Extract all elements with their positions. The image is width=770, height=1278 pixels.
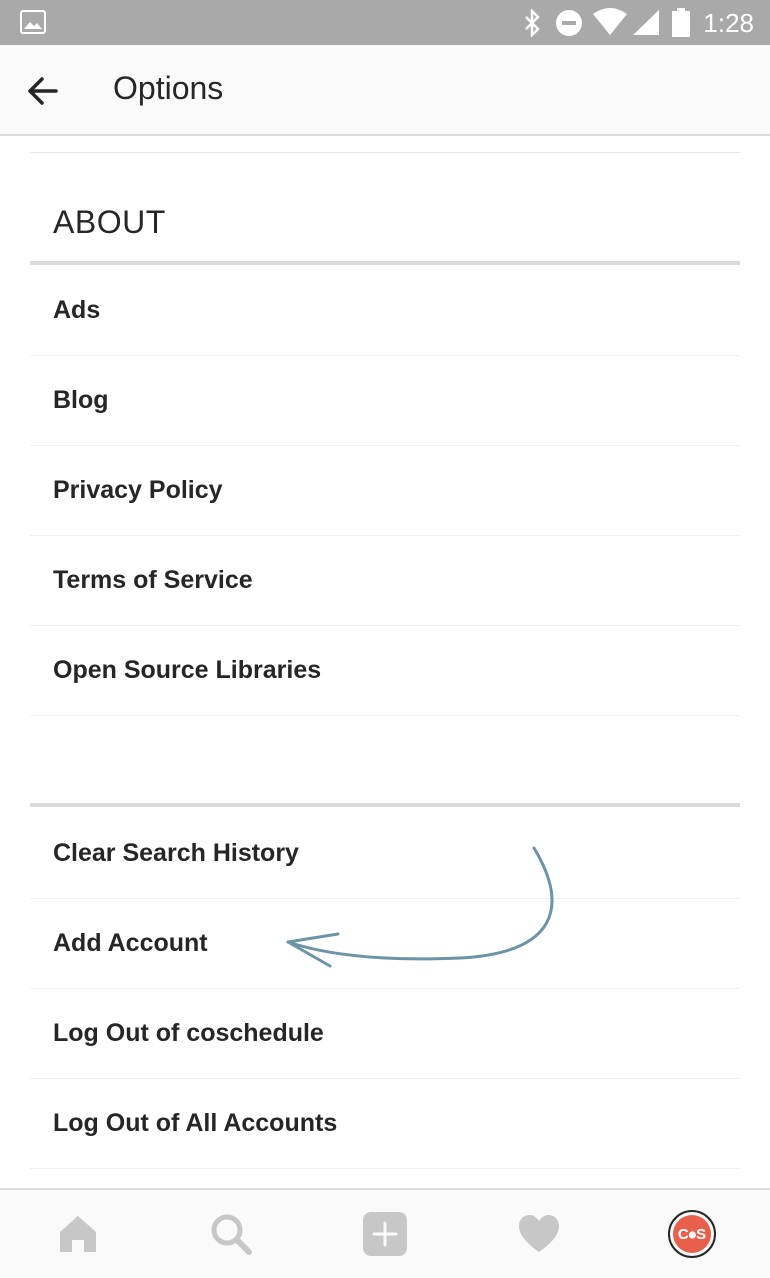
section-divider <box>30 803 740 807</box>
option-blog[interactable]: Blog <box>30 355 740 446</box>
section-header-about: ABOUT <box>53 204 166 240</box>
option-log-out-coschedule[interactable]: Log Out of coschedule <box>30 988 740 1079</box>
page-title: Options <box>113 70 224 106</box>
option-label: Log Out of All Accounts <box>53 1109 338 1137</box>
option-open-source-libraries[interactable]: Open Source Libraries <box>30 625 740 716</box>
option-label: Privacy Policy <box>53 476 223 504</box>
home-icon <box>60 1216 96 1252</box>
annotation-arrow-icon <box>286 846 554 968</box>
divider <box>30 152 740 153</box>
app-bar: Options <box>0 45 770 136</box>
back-button[interactable] <box>22 69 66 113</box>
option-label: Terms of Service <box>53 566 253 594</box>
nav-activity[interactable] <box>515 1210 563 1258</box>
option-label: Clear Search History <box>53 839 299 867</box>
status-bar: 1:28 <box>0 0 770 45</box>
option-label: Log Out of coschedule <box>53 1019 324 1047</box>
option-label: Ads <box>53 296 101 324</box>
nav-profile[interactable]: C⦁S <box>668 1210 716 1258</box>
arrow-left-icon <box>28 77 58 105</box>
do-not-disturb-icon <box>555 9 583 42</box>
nav-home[interactable] <box>54 1210 102 1258</box>
signal-icon <box>632 9 660 41</box>
option-privacy-policy[interactable]: Privacy Policy <box>30 445 740 536</box>
add-post-icon <box>363 1212 407 1256</box>
nav-search[interactable] <box>207 1210 255 1258</box>
battery-icon <box>671 8 691 43</box>
avatar: C⦁S <box>673 1215 711 1253</box>
option-label: Add Account <box>53 929 208 957</box>
option-terms-of-service[interactable]: Terms of Service <box>30 535 740 626</box>
option-log-out-all-accounts[interactable]: Log Out of All Accounts <box>30 1078 740 1169</box>
bluetooth-icon <box>520 7 544 42</box>
bottom-navigation: C⦁S <box>0 1188 770 1278</box>
option-label: Open Source Libraries <box>53 656 322 684</box>
search-icon <box>211 1214 252 1255</box>
activity-heart-icon <box>519 1215 559 1252</box>
status-time: 1:28 <box>703 8 754 38</box>
profile-avatar-icon: C⦁S <box>668 1210 716 1258</box>
nav-add-post[interactable] <box>361 1210 409 1258</box>
image-icon <box>20 10 46 39</box>
option-ads[interactable]: Ads <box>30 265 740 356</box>
option-label: Blog <box>53 386 109 414</box>
wifi-icon <box>592 7 628 42</box>
